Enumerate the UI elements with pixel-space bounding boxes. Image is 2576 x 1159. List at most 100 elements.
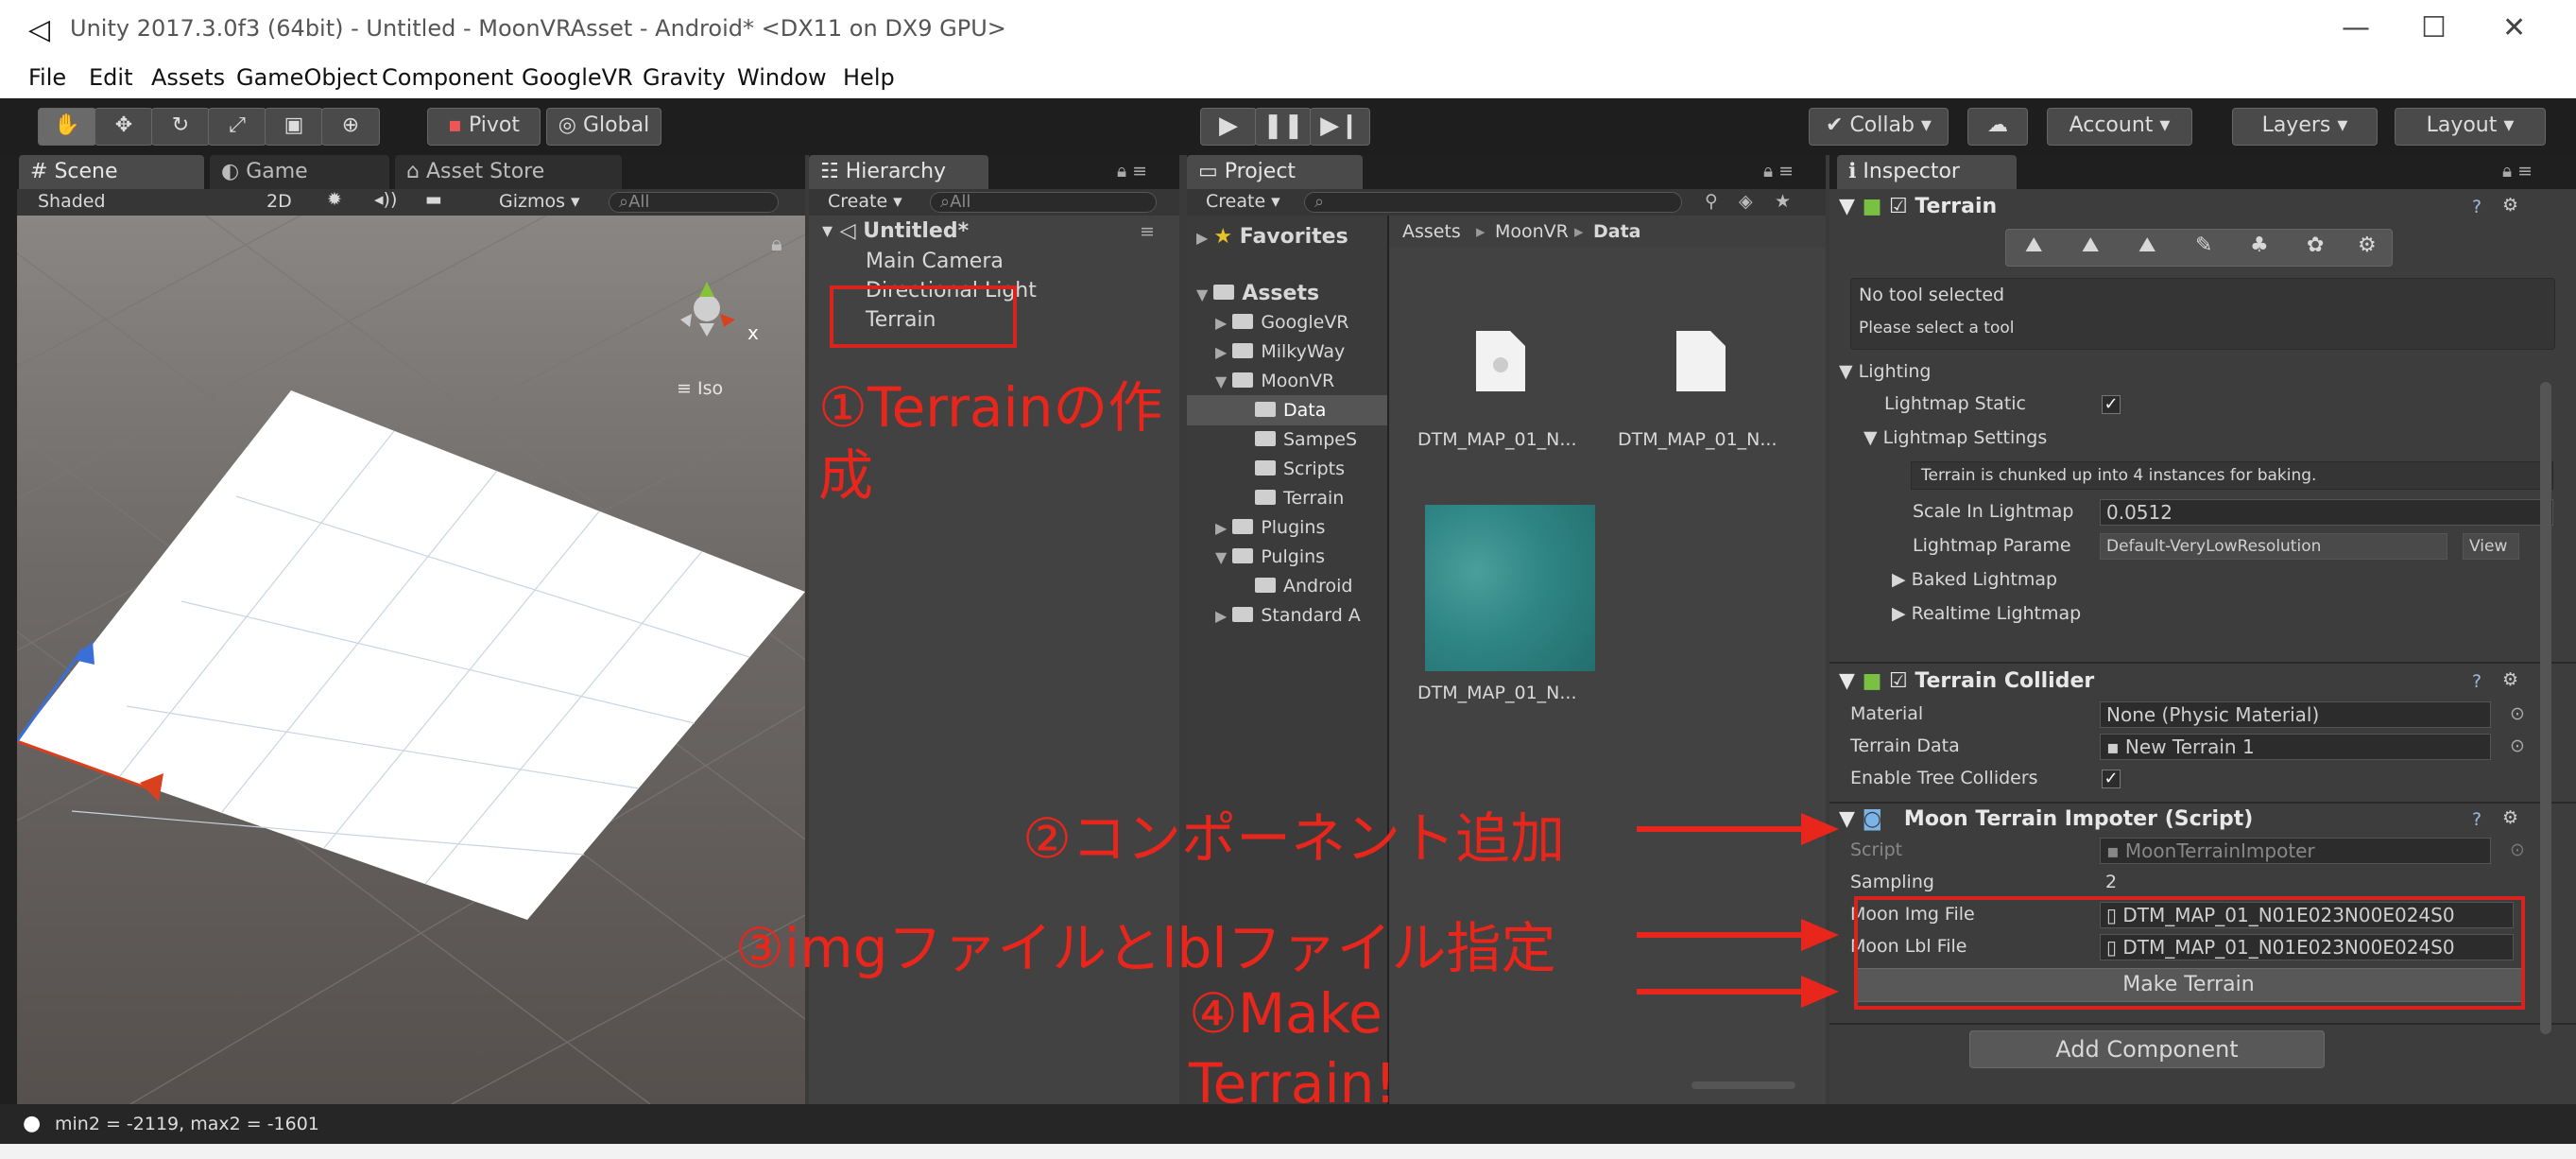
tree-moonvr[interactable]: ▼ MoonVR bbox=[1215, 371, 1334, 391]
tree-plugins[interactable]: ▶ Plugins bbox=[1215, 517, 1325, 538]
tree-assets[interactable]: ▼ Assets bbox=[1196, 282, 1319, 305]
menu-assets[interactable]: Assets bbox=[151, 64, 225, 91]
scene-root-item[interactable]: ▾ ◁ Untitled* bbox=[822, 219, 969, 243]
status-message[interactable]: min2 = -2119, max2 = -1601 bbox=[55, 1114, 319, 1134]
breadcrumb-data[interactable]: Data bbox=[1593, 221, 1641, 242]
add-component-button[interactable]: Add Component bbox=[1969, 1030, 2325, 1068]
menu-file[interactable]: File bbox=[28, 64, 66, 91]
raise-terrain-icon[interactable]: ⛰ bbox=[2025, 234, 2042, 257]
lighting-foldout[interactable]: ▼ Lighting bbox=[1839, 361, 1931, 382]
tree-pulgins[interactable]: ▼ Pulgins bbox=[1215, 546, 1325, 567]
hand-tool-icon[interactable]: ✋ bbox=[38, 108, 96, 146]
account-dropdown[interactable]: Account ▾ bbox=[2047, 108, 2192, 146]
enable-tree-colliders-checkbox[interactable]: ✓ bbox=[2102, 770, 2121, 788]
breadcrumb-assets[interactable]: Assets bbox=[1402, 221, 1461, 242]
gizmos-dropdown[interactable]: Gizmos ▾ bbox=[499, 191, 580, 212]
tab-asset-store[interactable]: ⌂ Asset Store bbox=[395, 155, 622, 189]
play-button[interactable]: ▶ bbox=[1200, 108, 1257, 146]
zoom-slider[interactable] bbox=[1692, 1081, 1795, 1089]
menu-edit[interactable]: Edit bbox=[89, 64, 132, 91]
filter-by-label-icon[interactable]: ◈ bbox=[1739, 191, 1753, 212]
tab-hierarchy[interactable]: ☷ Hierarchy bbox=[809, 155, 988, 189]
tab-game[interactable]: ◐ Game bbox=[210, 155, 389, 189]
favorites-item[interactable]: ▶ ★ Favorites bbox=[1196, 225, 1348, 249]
maximize-icon[interactable]: ☐ bbox=[2421, 11, 2447, 44]
asset-file-1[interactable]: DTM_MAP_01_N... bbox=[1417, 329, 1588, 450]
place-trees-icon[interactable]: ♣ bbox=[2250, 234, 2269, 257]
pivot-button[interactable]: ▪ Pivot bbox=[427, 108, 541, 146]
scene-viewport[interactable]: x ≡ Iso 🔒︎ bbox=[17, 216, 805, 1104]
rotate-tool-icon[interactable]: ↻ bbox=[151, 108, 210, 146]
baked-lightmap-foldout[interactable]: ▶ Baked Lightmap bbox=[1892, 569, 2057, 590]
tree-sampes[interactable]: SampeS bbox=[1255, 429, 1357, 450]
hierarchy-menu-icon[interactable]: 🔒︎ ≡ bbox=[1117, 161, 1147, 182]
layout-dropdown[interactable]: Layout ▾ bbox=[2395, 108, 2546, 146]
filter-by-type-icon[interactable]: ⚲ bbox=[1705, 191, 1718, 212]
effects-toggle-icon[interactable]: ▬ bbox=[425, 189, 442, 210]
object-picker-icon[interactable]: ⊙ bbox=[2510, 735, 2525, 756]
audio-toggle-icon[interactable]: ◂)) bbox=[374, 189, 397, 210]
settings-gear-icon[interactable]: ⚙ bbox=[2502, 807, 2518, 828]
hierarchy-search-input[interactable]: ⌕All bbox=[930, 192, 1157, 213]
hierarchy-item-main-camera[interactable]: Main Camera bbox=[866, 250, 1004, 273]
move-tool-icon[interactable]: ✥ bbox=[94, 108, 153, 146]
lightmap-param-dropdown[interactable]: Default-VeryLowResolution bbox=[2100, 533, 2447, 560]
realtime-lightmap-foldout[interactable]: ▶ Realtime Lightmap bbox=[1892, 603, 2081, 624]
cloud-icon[interactable]: ☁ bbox=[1967, 108, 2028, 146]
global-button[interactable]: ◎ Global bbox=[546, 108, 661, 146]
projection-label[interactable]: ≡ Iso bbox=[677, 378, 723, 399]
tree-terrain[interactable]: Terrain bbox=[1255, 488, 1344, 509]
object-picker-icon[interactable]: ⊙ bbox=[2510, 703, 2525, 724]
paint-height-icon[interactable]: ⛰ bbox=[2082, 234, 2099, 257]
scale-in-lightmap-input[interactable]: 0.0512 bbox=[2100, 499, 2553, 526]
script-component-header[interactable]: ▼ ◙ Moon Terrain Impoter (Script) bbox=[1839, 807, 2253, 831]
asset-file-3[interactable]: DTM_MAP_01_N... bbox=[1417, 505, 1597, 703]
transform-tool-icon[interactable]: ⊕ bbox=[321, 108, 380, 146]
pause-button[interactable]: ❚❚ bbox=[1255, 108, 1312, 146]
close-icon[interactable]: ✕ bbox=[2502, 11, 2526, 44]
tree-standard-assets[interactable]: ▶ Standard A bbox=[1215, 605, 1361, 626]
tab-scene[interactable]: # Scene bbox=[19, 155, 204, 189]
settings-gear-icon[interactable]: ⚙ bbox=[2502, 669, 2518, 690]
rect-tool-icon[interactable]: ▣ bbox=[265, 108, 323, 146]
lighting-toggle-icon[interactable]: ✹ bbox=[327, 189, 342, 210]
step-button[interactable]: ▶❙ bbox=[1310, 108, 1370, 146]
tree-android[interactable]: Android bbox=[1255, 576, 1352, 597]
collab-button[interactable]: ✔ Collab ▾ bbox=[1809, 108, 1949, 146]
menu-googlevr[interactable]: GoogleVR bbox=[522, 64, 633, 91]
menu-gravity[interactable]: Gravity bbox=[643, 64, 726, 91]
menu-help[interactable]: Help bbox=[843, 64, 895, 91]
shading-dropdown[interactable]: Shaded bbox=[38, 191, 106, 212]
scene-search-input[interactable]: ⌕All bbox=[609, 192, 779, 213]
settings-gear-icon[interactable]: ⚙ bbox=[2502, 195, 2518, 216]
project-create-dropdown[interactable]: Create ▾ bbox=[1206, 191, 1280, 212]
help-icon[interactable]: ? bbox=[2472, 809, 2482, 830]
tree-scripts[interactable]: Scripts bbox=[1255, 458, 1345, 479]
asset-file-2[interactable]: DTM_MAP_01_N... bbox=[1618, 329, 1797, 450]
tree-googlevr[interactable]: ▶ GoogleVR bbox=[1215, 312, 1349, 333]
mode-2d-toggle[interactable]: 2D bbox=[266, 191, 292, 212]
lightmap-static-checkbox[interactable]: ✓ bbox=[2102, 395, 2121, 414]
minimize-icon[interactable]: — bbox=[2342, 11, 2370, 44]
scene-root-menu-icon[interactable]: ≡ bbox=[1140, 221, 1155, 242]
help-icon[interactable]: ? bbox=[2472, 671, 2482, 692]
lightmap-settings-foldout[interactable]: ▼ Lightmap Settings bbox=[1863, 427, 2047, 448]
paint-details-icon[interactable]: ✿ bbox=[2307, 234, 2324, 257]
paint-texture-icon[interactable]: ✎ bbox=[2195, 234, 2212, 257]
menu-window[interactable]: Window bbox=[737, 64, 827, 91]
z-arrow-icon[interactable] bbox=[74, 641, 94, 665]
terrain-collider-header[interactable]: ▼ ■ ☑ Terrain Collider bbox=[1839, 669, 2094, 693]
terrain-component-header[interactable]: ▼ ■ ☑ Terrain bbox=[1839, 195, 1997, 218]
hierarchy-create-dropdown[interactable]: Create ▾ bbox=[828, 191, 902, 212]
project-menu-icon[interactable]: 🔒︎ ≡ bbox=[1763, 161, 1794, 182]
project-search-input[interactable]: ⌕ bbox=[1304, 192, 1682, 213]
tab-inspector[interactable]: ℹ Inspector bbox=[1837, 155, 2017, 189]
scale-tool-icon[interactable]: ⤢ bbox=[208, 108, 266, 146]
lightmap-view-button[interactable]: View bbox=[2463, 533, 2519, 560]
scene-lock-icon[interactable]: 🔒︎ bbox=[771, 233, 782, 256]
layers-dropdown[interactable]: Layers ▾ bbox=[2232, 108, 2378, 146]
terrain-data-field[interactable]: ▪ New Terrain 1 bbox=[2100, 734, 2491, 760]
tree-data[interactable]: Data bbox=[1255, 400, 1326, 421]
orientation-gizmo-icon[interactable] bbox=[680, 282, 735, 337]
terrain-settings-icon[interactable]: ⚙ bbox=[2358, 234, 2377, 257]
